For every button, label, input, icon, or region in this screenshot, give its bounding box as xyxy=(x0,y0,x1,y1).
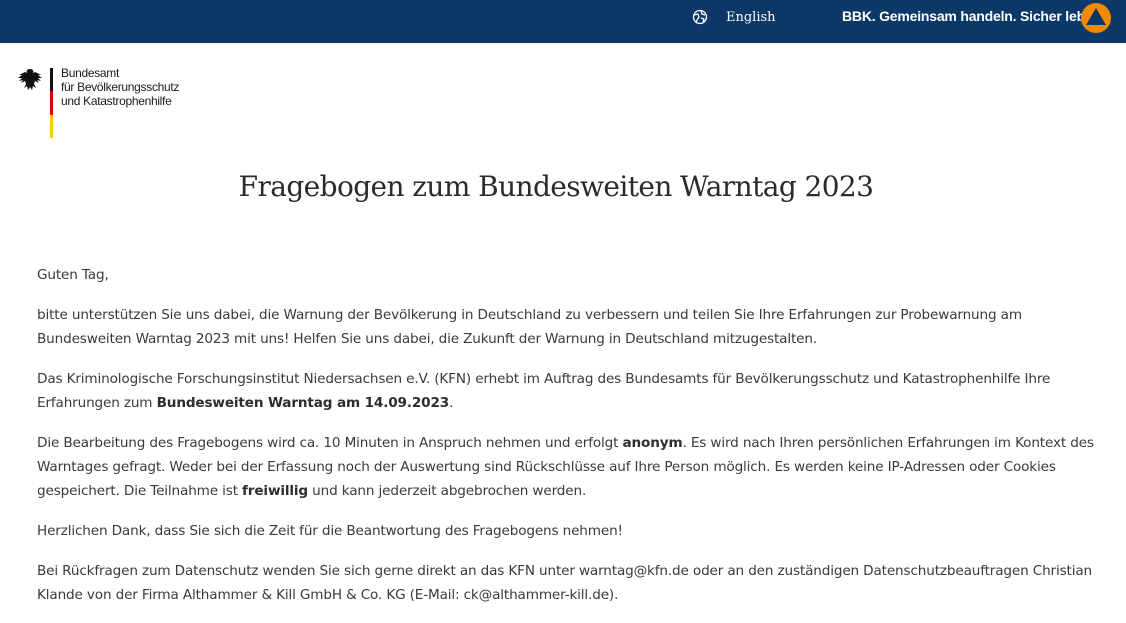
language-label: English xyxy=(726,9,776,25)
agency-name-line: Bundesamt xyxy=(61,66,120,80)
paragraph-kfn: Das Kriminologische Forschungsinstitut N… xyxy=(37,367,1097,415)
language-switch-link[interactable]: English xyxy=(692,6,776,28)
federal-eagle-icon xyxy=(16,66,44,98)
slogan: BBK. Gemeinsam handeln. Sicher leben. xyxy=(842,8,1105,24)
german-flag-stripe xyxy=(50,68,53,138)
paragraph-duration-end: und kann jederzeit abgebrochen werden. xyxy=(307,483,587,499)
paragraph-thanks: Herzlichen Dank, dass Sie sich die Zeit … xyxy=(37,523,623,539)
paragraph-kfn-end: . xyxy=(449,395,454,411)
greeting: Guten Tag, xyxy=(37,267,109,283)
paragraph-privacy: Bei Rückfragen zum Datenschutz wenden Si… xyxy=(37,563,1092,603)
anonymous-emphasis: anonym xyxy=(622,435,683,451)
agency-name: Bundesamt für Bevölkerungsschutz und Kat… xyxy=(61,66,179,108)
agency-name-line: für Bevölkerungsschutz xyxy=(61,80,180,94)
bbk-logo[interactable] xyxy=(1080,2,1112,34)
top-bar: English BBK. Gemeinsam handeln. Sicher l… xyxy=(0,0,1126,43)
globe-icon xyxy=(692,9,708,25)
agency-name-line: und Katastrophenhilfe xyxy=(61,94,172,108)
paragraph-request: bitte unterstützen Sie uns dabei, die Wa… xyxy=(37,307,1022,347)
warntag-date: Bundesweiten Warntag am 14.09.2023 xyxy=(156,395,450,411)
paragraph-duration: Die Bearbeitung des Fragebogens wird ca.… xyxy=(37,431,1097,503)
paragraph-duration-text: Die Bearbeitung des Fragebogens wird ca.… xyxy=(37,435,623,451)
page-title: Fragebogen zum Bundesweiten Warntag 2023 xyxy=(238,170,874,203)
intro-text: Guten Tag, bitte unterstützen Sie uns da… xyxy=(37,263,1097,623)
agency-logo[interactable]: Bundesamt für Bevölkerungsschutz und Kat… xyxy=(16,66,206,138)
voluntary-emphasis: freiwillig xyxy=(242,483,308,499)
